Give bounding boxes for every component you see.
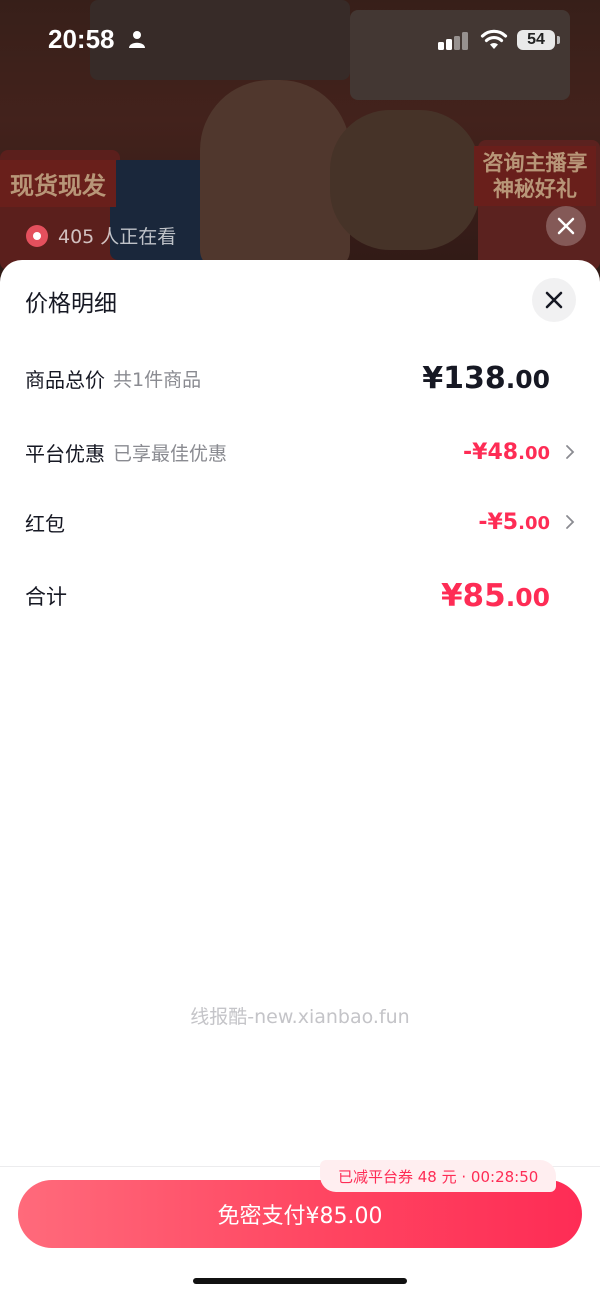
viewer-count: 405 人正在看 — [26, 222, 176, 249]
amount-decimal: .00 — [518, 512, 550, 534]
person-icon — [129, 31, 145, 48]
row-platform-discount[interactable]: 平台优惠 已享最佳优惠 -¥48.00 — [25, 432, 580, 472]
viewer-count-text: 405 人正在看 — [58, 226, 177, 248]
stream-close-button[interactable] — [546, 206, 586, 246]
amount-decimal: .00 — [505, 583, 550, 612]
sheet-close-button[interactable] — [532, 278, 576, 322]
amount-integer: ¥85 — [440, 578, 506, 614]
price-detail-sheet: 价格明细 商品总价 共1件商品 ¥138.00 平台优惠 已享最佳优惠 -¥48… — [0, 260, 600, 1298]
amount-integer: -¥5 — [478, 509, 519, 535]
close-icon — [545, 291, 563, 309]
amount-integer: ¥138 — [422, 360, 506, 396]
status-time: 20:58 — [48, 24, 115, 54]
row-sublabel: 已享最佳优惠 — [113, 442, 228, 465]
row-label: 红包 — [25, 511, 65, 536]
row-label: 合计 — [25, 585, 67, 609]
chevron-right-icon — [560, 444, 580, 460]
row-grand-total: 合计 ¥85.00 — [25, 576, 580, 616]
watermark: 线报酷-new.xianbao.fun — [190, 1006, 410, 1028]
coupon-badge: 已减平台券 48 元 · 00:28:50 — [320, 1160, 557, 1192]
row-label: 商品总价 — [25, 367, 105, 392]
platform-discount-amount: -¥48.00 — [463, 440, 550, 465]
amount-integer: -¥48 — [463, 439, 519, 465]
cellular-signal-icon — [438, 32, 468, 50]
red-packet-amount: -¥5.00 — [478, 510, 550, 535]
close-icon — [557, 217, 575, 235]
home-indicator[interactable] — [193, 1278, 407, 1284]
status-bar: 20:58 54 — [0, 0, 600, 80]
amount-decimal: .00 — [505, 364, 550, 394]
row-sublabel: 共1件商品 — [113, 368, 202, 391]
battery-level: 54 — [517, 30, 560, 50]
live-icon — [26, 224, 48, 247]
sheet-title: 价格明细 — [25, 291, 117, 317]
chevron-right-icon — [560, 514, 580, 530]
grand-total-amount: ¥85.00 — [441, 578, 550, 614]
row-label: 平台优惠 — [25, 441, 105, 466]
row-goods-total: 商品总价 共1件商品 ¥138.00 — [25, 358, 580, 398]
wifi-icon — [480, 29, 508, 49]
amount-decimal: .00 — [518, 442, 550, 464]
goods-total-amount: ¥138.00 — [422, 361, 550, 396]
row-red-packet[interactable]: 红包 -¥5.00 — [25, 502, 580, 542]
